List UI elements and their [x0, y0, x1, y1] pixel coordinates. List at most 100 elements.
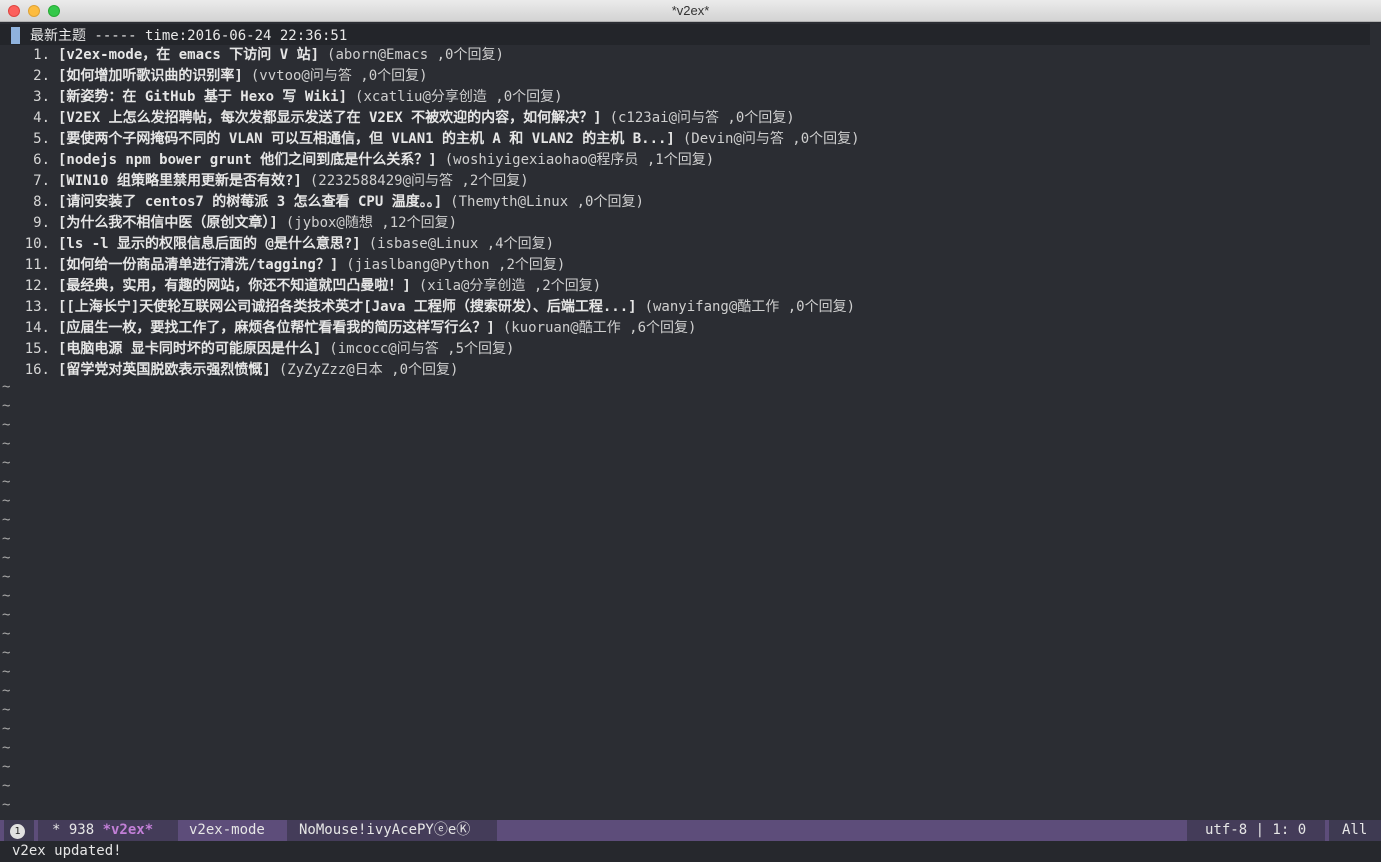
topic-number: 9.	[33, 215, 50, 231]
topic-number: 13.	[24, 299, 50, 315]
topic-number: 11.	[24, 257, 50, 273]
topic-title-link[interactable]: [如何给一份商品清单进行清洗/tagging？]	[58, 257, 338, 273]
topic-meta: (wanyifang@酷工作 ,0个回复)	[644, 299, 856, 315]
topic-title-link[interactable]: [请问安装了 centos7 的树莓派 3 怎么查看 CPU 温度。。]	[58, 194, 442, 210]
minor-modes-segment[interactable]: NoMouse!ivyAcePYⓔeⓀ	[287, 820, 497, 841]
topic-meta: (xila@分享创造 ,2个回复)	[418, 278, 602, 294]
empty-line-tilde: ~	[2, 607, 11, 623]
buffer-name: *v2ex*	[102, 822, 154, 838]
topic-title-link[interactable]: [ls -l 显示的权限信息后面的 @是什么意思?]	[58, 236, 361, 252]
buffer-info: * 938	[52, 822, 103, 838]
encoding-position-segment[interactable]: utf-8 | 1: 0	[1187, 820, 1325, 841]
empty-line-tilde: ~	[2, 493, 11, 509]
window-number-badge: 1	[10, 824, 25, 839]
topic-meta: (vvtoo@问与答 ,0个回复)	[250, 68, 428, 84]
topic-meta: (woshiyigexiaohao@程序员 ,1个回复)	[444, 152, 715, 168]
empty-line-tilde: ~	[2, 797, 11, 813]
topic-row[interactable]: 15. [电脑电源 显卡同时坏的可能原因是什么] (imcocc@问与答 ,5个回复…	[0, 339, 860, 360]
topic-meta: (isbase@Linux ,4个回复)	[368, 236, 555, 252]
topic-title-link[interactable]: [要使两个子网掩码不同的 VLAN 可以互相通信，但 VLAN1 的主机 A 和…	[58, 131, 675, 147]
empty-line-tilde: ~	[2, 588, 11, 604]
topic-meta: (imcocc@问与答 ,5个回复)	[329, 341, 515, 357]
major-mode-segment[interactable]: v2ex-mode	[178, 820, 286, 841]
empty-line-tilde: ~	[2, 379, 11, 395]
buffer-segment[interactable]: * 938 *v2ex*	[38, 820, 178, 841]
buffer-position-segment: All	[1329, 820, 1381, 841]
topic-meta: (jybox@随想 ,12个回复)	[285, 215, 458, 231]
topic-row[interactable]: 12. [最经典，实用，有趣的网站，你还不知道就凹凸曼啦！] (xila@分享创造 …	[0, 276, 860, 297]
empty-line-tilde: ~	[2, 512, 11, 528]
topic-title-link[interactable]: [WIN10 组策略里禁用更新是否有效?]	[58, 173, 302, 189]
empty-line-tilde: ~	[2, 759, 11, 775]
topic-number: 1.	[33, 47, 50, 63]
topic-number: 4.	[33, 110, 50, 126]
window-number-segment[interactable]: 1	[4, 820, 34, 841]
empty-line-tilde: ~	[2, 455, 11, 471]
topic-list: 1. [v2ex-mode，在 emacs 下访问 V 站] (aborn@Emac…	[0, 45, 860, 381]
topic-row[interactable]: 2. [如何增加听歌识曲的识别率] (vvtoo@问与答 ,0个回复)	[0, 66, 860, 87]
topic-number: 5.	[33, 131, 50, 147]
mode-line: 1 * 938 *v2ex* v2ex-mode NoMouse!ivyAceP…	[0, 820, 1381, 841]
text-cursor	[11, 27, 20, 44]
empty-line-tilde: ~	[2, 740, 11, 756]
topic-number: 15.	[24, 341, 50, 357]
topic-meta: (aborn@Emacs ,0个回复)	[327, 47, 504, 63]
empty-line-markers: ~ ~ ~ ~ ~ ~ ~ ~ ~ ~ ~ ~ ~ ~ ~ ~ ~ ~ ~ ~ ~ ~ ~	[2, 378, 10, 815]
topic-title-link[interactable]: [留学党对英国脱欧表示强烈愤慨]	[58, 362, 271, 378]
topic-meta: (ZyZyZzz@日本 ,0个回复)	[278, 362, 459, 378]
topic-title-link[interactable]: [为什么我不相信中医（原创文章）]	[58, 215, 278, 231]
topic-title-link[interactable]: [V2EX 上怎么发招聘帖，每次发都显示发送了在 V2EX 不被欢迎的内容，如何…	[58, 110, 602, 126]
empty-line-tilde: ~	[2, 398, 11, 414]
topic-meta: (c123ai@问与答 ,0个回复)	[609, 110, 795, 126]
topic-row[interactable]: 10. [ls -l 显示的权限信息后面的 @是什么意思?] (isbase@Lin…	[0, 234, 860, 255]
topic-row[interactable]: 5. [要使两个子网掩码不同的 VLAN 可以互相通信，但 VLAN1 的主机 A…	[0, 129, 860, 150]
topic-title-link[interactable]: [[上海长宁]天使轮互联网公司诚招各类技术英才[Java 工程师（搜索研发）、后…	[58, 299, 637, 315]
empty-line-tilde: ~	[2, 531, 11, 547]
topic-row[interactable]: 7. [WIN10 组策略里禁用更新是否有效?] (2232588429@问与答 ,…	[0, 171, 860, 192]
topic-row[interactable]: 11. [如何给一份商品清单进行清洗/tagging？] (jiaslbang@Py…	[0, 255, 860, 276]
topic-number: 7.	[33, 173, 50, 189]
topic-meta: (kuoruan@酷工作 ,6个回复)	[502, 320, 697, 336]
topic-title-link[interactable]: [电脑电源 显卡同时坏的可能原因是什么]	[58, 341, 321, 357]
empty-line-tilde: ~	[2, 569, 11, 585]
topic-row[interactable]: 6. [nodejs npm bower grunt 他们之间到底是什么关系？] (…	[0, 150, 860, 171]
topic-row[interactable]: 13. [[上海长宁]天使轮互联网公司诚招各类技术英才[Java 工程师（搜索研发…	[0, 297, 860, 318]
topic-number: 2.	[33, 68, 50, 84]
topic-row[interactable]: 8. [请问安装了 centos7 的树莓派 3 怎么查看 CPU 温度。。] (T…	[0, 192, 860, 213]
topic-meta: (Devin@问与答 ,0个回复)	[682, 131, 860, 147]
empty-line-tilde: ~	[2, 417, 11, 433]
empty-line-tilde: ~	[2, 778, 11, 794]
topic-row[interactable]: 3. [新姿势：在 GitHub 基于 Hexo 写 Wiki] (xcatliu@…	[0, 87, 860, 108]
topic-number: 10.	[24, 236, 50, 252]
topic-row[interactable]: 4. [V2EX 上怎么发招聘帖，每次发都显示发送了在 V2EX 不被欢迎的内容，…	[0, 108, 860, 129]
buffer-header-line: 最新主题 ----- time:2016-06-24 22:36:51	[0, 24, 1370, 45]
topic-row[interactable]: 9. [为什么我不相信中医（原创文章）] (jybox@随想 ,12个回复)	[0, 213, 860, 234]
empty-line-tilde: ~	[2, 721, 11, 737]
topic-number: 12.	[24, 278, 50, 294]
topic-meta: (Themyth@Linux ,0个回复)	[450, 194, 644, 210]
empty-line-tilde: ~	[2, 702, 11, 718]
empty-line-tilde: ~	[2, 683, 11, 699]
topic-row[interactable]: 1. [v2ex-mode，在 emacs 下访问 V 站] (aborn@Emac…	[0, 45, 860, 66]
topic-number: 3.	[33, 89, 50, 105]
topic-number: 6.	[33, 152, 50, 168]
topic-meta: (jiaslbang@Python ,2个回复)	[346, 257, 566, 273]
topic-meta: (xcatliu@分享创造 ,0个回复)	[355, 89, 563, 105]
topic-number: 8.	[33, 194, 50, 210]
topic-title-link[interactable]: [新姿势：在 GitHub 基于 Hexo 写 Wiki]	[58, 89, 347, 105]
topic-title-link[interactable]: [nodejs npm bower grunt 他们之间到底是什么关系？]	[58, 152, 437, 168]
window-title: *v2ex*	[671, 3, 710, 18]
topic-title-link[interactable]: [v2ex-mode，在 emacs 下访问 V 站]	[58, 47, 319, 63]
topic-row[interactable]: 14. [应届生一枚，要找工作了，麻烦各位帮忙看看我的简历这样写行么？] (kuor…	[0, 318, 860, 339]
empty-line-tilde: ~	[2, 626, 11, 642]
empty-line-tilde: ~	[2, 550, 11, 566]
empty-line-tilde: ~	[2, 436, 11, 452]
topic-row[interactable]: 16. [留学党对英国脱欧表示强烈愤慨] (ZyZyZzz@日本 ,0个回复)	[0, 360, 860, 381]
header-title: 最新主题 ----- time:2016-06-24 22:36:51	[30, 28, 348, 44]
topic-title-link[interactable]: [最经典，实用，有趣的网站，你还不知道就凹凸曼啦！]	[58, 278, 411, 294]
topic-title-link[interactable]: [应届生一枚，要找工作了，麻烦各位帮忙看看我的简历这样写行么？]	[58, 320, 495, 336]
echo-area: v2ex updated!	[0, 841, 1381, 862]
empty-line-tilde: ~	[2, 474, 11, 490]
editor-buffer[interactable]: 最新主题 ----- time:2016-06-24 22:36:51 1. [v…	[0, 22, 1381, 820]
topic-title-link[interactable]: [如何增加听歌识曲的识别率]	[58, 68, 243, 84]
